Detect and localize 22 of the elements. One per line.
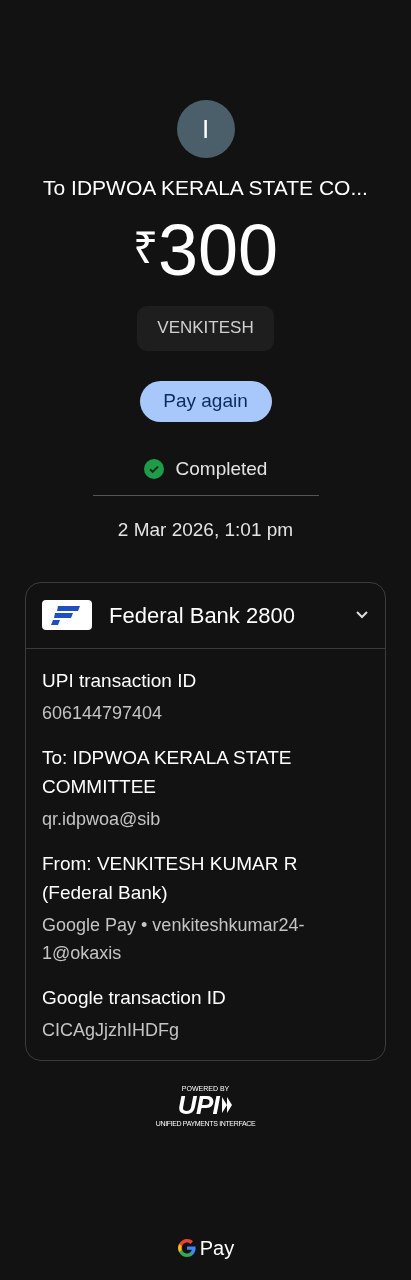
chevron-icon[interactable] xyxy=(355,610,369,620)
bank-account: Federal Bank 2800 xyxy=(109,601,296,630)
google-pay-wordmark: Pay xyxy=(199,1235,235,1261)
upi-logo: UPI xyxy=(177,1091,220,1118)
detail-label: From: VENKITESH KUMAR R (Federal Bank) xyxy=(42,851,299,905)
bank-logo-icon xyxy=(42,600,92,630)
google-g-icon xyxy=(176,1237,197,1258)
detail-label: UPI transaction ID xyxy=(42,668,198,693)
detail-value: CICAgJjzhIHDFg xyxy=(42,1018,181,1042)
detail-value: qr.idpwoa@sib xyxy=(42,807,162,831)
detail-value: Google Pay • venkiteshkumar24-1@okaxis xyxy=(42,913,306,965)
upi-arrows-icon xyxy=(221,1095,234,1114)
pay-again-button[interactable]: Pay again xyxy=(139,380,272,422)
detail-label: To: IDPWOA KERALA STATE COMMITTEE xyxy=(42,745,293,799)
payment-note: VENKITESH xyxy=(137,305,274,351)
transaction-date: 2 Mar 2026, 1:01 pm xyxy=(117,518,294,542)
detail-label: Google transaction ID xyxy=(42,985,227,1010)
amount: ₹300 xyxy=(132,213,279,286)
detail-value: 606144797404 xyxy=(42,701,164,725)
status-label: Completed xyxy=(175,456,268,481)
payee-title: To IDPWOA KERALA STATE CO... xyxy=(43,175,368,201)
avatar: I xyxy=(176,100,235,158)
